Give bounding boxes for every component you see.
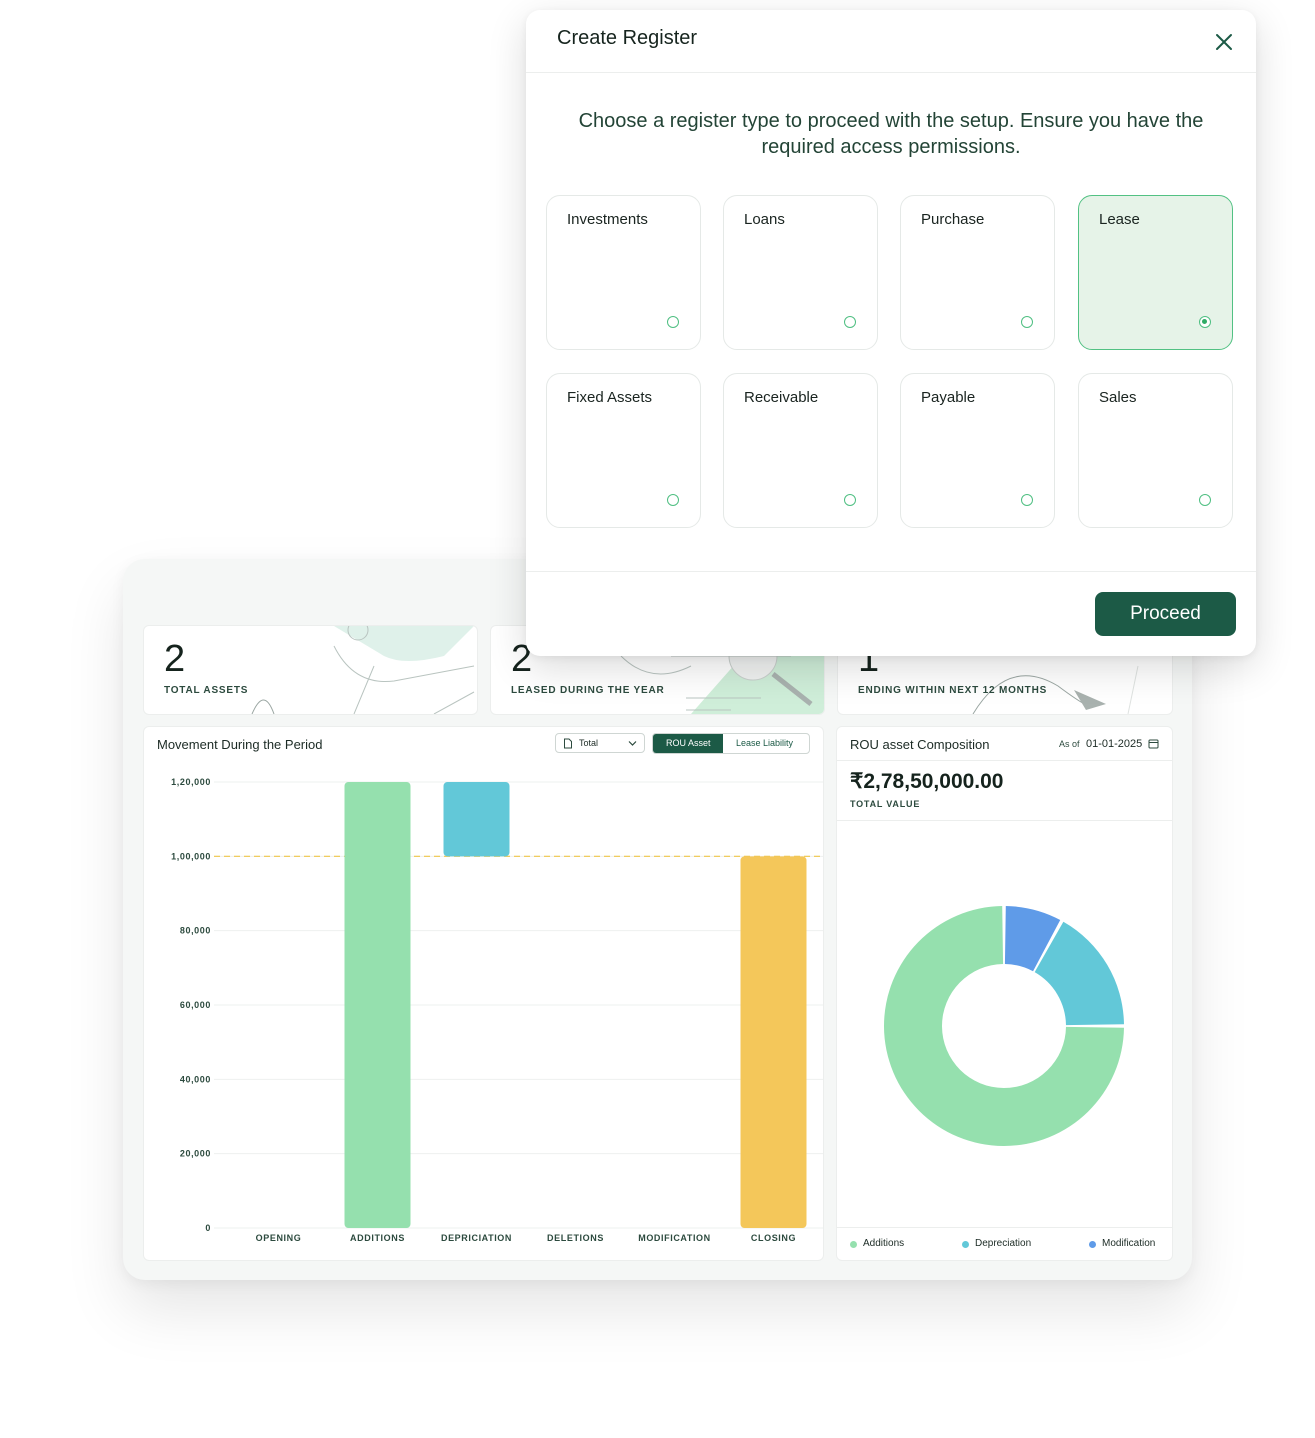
register-option-loans[interactable]: Loans	[723, 195, 878, 350]
register-option-label: Investments	[567, 211, 648, 228]
composition-panel: ROU asset Composition As of 01-01-2025 ₹…	[836, 726, 1173, 1261]
modal-subtitle: Choose a register type to proceed with t…	[578, 110, 1204, 158]
radio-button-selected[interactable]	[1199, 316, 1211, 328]
create-register-modal: Create Register Choose a register type t…	[526, 10, 1256, 656]
close-icon[interactable]	[1210, 28, 1238, 56]
register-option-label: Receivable	[744, 389, 819, 406]
radio-button[interactable]	[1021, 494, 1033, 506]
legend-additions: Additions	[863, 1238, 905, 1249]
movement-chart: 0 20,000 40,000 60,000 80,000 1,00,000 1,20,00…	[171, 777, 823, 1243]
modal-header-divider	[526, 72, 1256, 73]
bar-depriciation	[443, 782, 510, 857]
x-tick-label: DELETIONS	[547, 1233, 604, 1243]
register-option-label: Payable	[921, 389, 976, 406]
y-tick-label: 40,000	[180, 1074, 211, 1084]
legend-dot-modification	[1089, 1241, 1096, 1248]
x-tick-label: DEPRICIATION	[441, 1233, 512, 1243]
register-option-label: Lease	[1099, 211, 1140, 228]
stat-value: 2	[164, 638, 186, 680]
radio-button[interactable]	[667, 316, 679, 328]
radio-button[interactable]	[1199, 494, 1211, 506]
y-tick-label: 60,000	[180, 1000, 211, 1010]
y-tick-label: 1,00,000	[171, 851, 211, 861]
stat-label: LEASED DURING THE YEAR	[511, 685, 665, 696]
y-tick-label: 80,000	[180, 926, 211, 936]
stat-label: TOTAL ASSETS	[164, 685, 249, 696]
x-tick-label: OPENING	[256, 1233, 302, 1243]
radio-button[interactable]	[667, 494, 679, 506]
legend-modification: Modification	[1102, 1238, 1156, 1249]
register-option-sales[interactable]: Sales	[1078, 373, 1233, 528]
modal-footer-divider	[526, 571, 1256, 572]
legend-dot-depreciation	[962, 1241, 969, 1248]
movement-panel: Movement During the Period Total ROU Ass…	[143, 726, 824, 1261]
y-tick-label: 1,20,000	[171, 777, 211, 787]
bar-additions	[344, 782, 411, 1228]
stat-illustration	[251, 626, 475, 714]
legend-depreciation: Depreciation	[975, 1238, 1032, 1249]
stat-card-total-assets: 2 TOTAL ASSETS	[143, 625, 478, 715]
composition-donut-chart	[884, 906, 1124, 1146]
legend-dot-additions	[850, 1241, 857, 1248]
x-tick-label: CLOSING	[751, 1233, 796, 1243]
radio-button[interactable]	[844, 494, 856, 506]
y-tick-label: 20,000	[180, 1149, 211, 1159]
radio-button[interactable]	[1021, 316, 1033, 328]
register-option-payable[interactable]: Payable	[900, 373, 1055, 528]
proceed-button[interactable]: Proceed	[1095, 592, 1236, 636]
register-option-fixed-assets[interactable]: Fixed Assets	[546, 373, 701, 528]
register-option-label: Fixed Assets	[567, 389, 653, 406]
divider	[837, 1227, 1172, 1228]
register-option-lease[interactable]: Lease	[1078, 195, 1233, 350]
register-option-receivable[interactable]: Receivable	[723, 373, 878, 528]
stat-label: ENDING WITHIN NEXT 12 MONTHS	[858, 685, 1048, 696]
bar-closing	[740, 856, 807, 1228]
register-option-label: Loans	[744, 211, 785, 228]
register-option-investments[interactable]: Investments	[546, 195, 701, 350]
x-tick-label: MODIFICATION	[638, 1233, 711, 1243]
y-tick-label: 0	[205, 1223, 211, 1233]
modal-title: Create Register	[557, 27, 698, 49]
register-option-label: Purchase	[921, 211, 985, 228]
register-option-purchase[interactable]: Purchase	[900, 195, 1055, 350]
register-option-label: Sales	[1099, 389, 1137, 406]
x-tick-label: ADDITIONS	[350, 1233, 405, 1243]
radio-button[interactable]	[844, 316, 856, 328]
